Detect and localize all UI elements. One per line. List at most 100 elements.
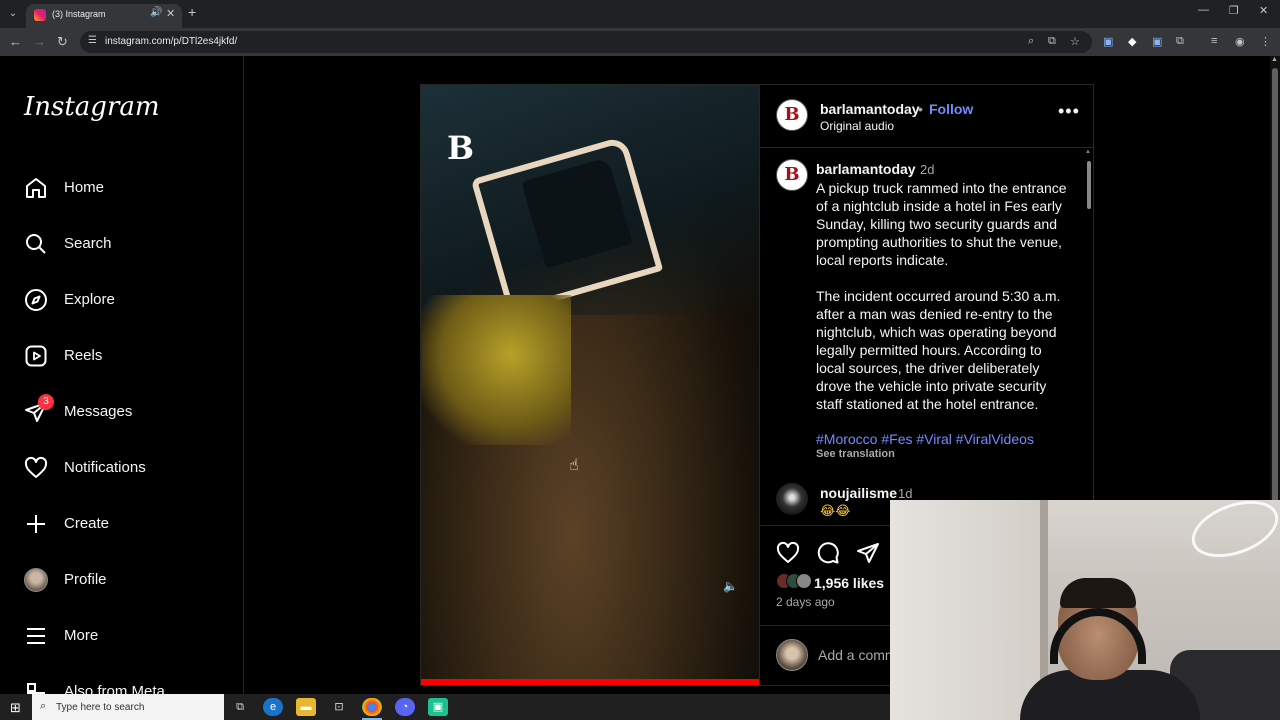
file-explorer-icon[interactable]: ▬ [296, 698, 316, 716]
heart-icon [24, 456, 48, 478]
site-info-icon[interactable]: ☰ [88, 35, 97, 46]
extension-blue-icon[interactable]: ▣ [1152, 35, 1162, 48]
browser-tab-strip: ⌄ (3) Instagram 🔊 ✕ + — ❐ ✕ [0, 0, 1280, 28]
window-close-icon[interactable]: ✕ [1259, 4, 1268, 17]
windows-taskbar: ⊞ ⌕ ⧉ e ▬ ⊡ ◔ ▣ [0, 694, 890, 720]
comment-time[interactable]: 1d [898, 486, 912, 501]
hand-cursor-icon: ☝ [569, 457, 579, 474]
sidebar-item-reels[interactable]: Reels [24, 336, 224, 376]
sidebar: Instagram Home Search Explore Reels 3 Me… [0, 56, 244, 694]
sidebar-item-label: More [64, 627, 99, 644]
sidebar-item-label: Create [64, 515, 110, 532]
video-frame-yellow-jacket [421, 295, 571, 445]
sidebar-item-also-from-meta[interactable]: Also from Meta [24, 672, 224, 694]
sidebar-item-label: Messages [64, 403, 133, 420]
profile-icon[interactable]: ◉ [1235, 35, 1245, 48]
sidebar-item-explore[interactable]: Explore [24, 280, 224, 320]
translate-extension-icon[interactable]: ▣ [1103, 35, 1113, 48]
forward-icon[interactable]: → [33, 34, 46, 49]
messages-unread-badge: 3 [38, 394, 54, 410]
sidebar-item-profile[interactable]: Profile [24, 560, 224, 600]
comment-text: 😂😂 [820, 503, 851, 518]
sidebar-item-create[interactable]: Create [24, 504, 224, 544]
current-user-avatar [776, 639, 808, 671]
share-icon[interactable] [856, 541, 880, 565]
comment-bubble-icon[interactable] [816, 541, 840, 565]
sidebar-item-more[interactable]: More [24, 616, 224, 656]
liker-avatar [796, 573, 812, 589]
comment-username[interactable]: noujailisme [820, 485, 897, 501]
browser-toolbar: ← → ↻ ☰ instagram.com/p/DTl2es4jkfd/ ⌕ ⧉… [0, 28, 1280, 56]
store-icon[interactable]: ⊡ [329, 698, 349, 716]
webcam-ceiling-light [1184, 500, 1280, 568]
back-icon[interactable]: ← [9, 34, 22, 49]
zoom-icon[interactable]: ⌕ [1028, 35, 1034, 48]
like-heart-icon[interactable] [776, 541, 800, 565]
caption-username[interactable]: barlamantoday [816, 161, 916, 177]
see-translation-link[interactable]: See translation [816, 448, 895, 460]
follow-button[interactable]: Follow [929, 101, 973, 117]
video-progress-bar[interactable] [421, 679, 759, 685]
mute-icon[interactable]: 🔈 [723, 579, 738, 593]
divider [760, 147, 1094, 148]
scroll-up-icon[interactable]: ▲ [1085, 149, 1091, 155]
tab-audio-icon[interactable]: 🔊 [150, 7, 162, 18]
browser-menu-icon[interactable]: ⋮ [1260, 35, 1271, 48]
taskbar-search-input[interactable] [56, 700, 216, 714]
windows-start-icon[interactable]: ⊞ [10, 700, 21, 716]
post-time-ago[interactable]: 2 days ago [776, 595, 835, 609]
plus-icon [27, 515, 45, 533]
author-avatar[interactable]: B [776, 99, 808, 131]
app-icon[interactable]: ▣ [428, 698, 448, 716]
sidebar-item-search[interactable]: Search [24, 224, 224, 264]
tab-close-icon[interactable]: ✕ [166, 7, 175, 20]
original-audio-link[interactable]: Original audio [820, 119, 894, 133]
install-app-icon[interactable]: ⧉ [1048, 35, 1056, 48]
more-options-icon[interactable]: ••• [1058, 101, 1080, 122]
tab-search-dropdown-icon[interactable]: ⌄ [4, 5, 22, 23]
browser-tab-active[interactable]: (3) Instagram 🔊 ✕ [26, 4, 182, 28]
reels-icon [25, 345, 47, 367]
media-controls-icon[interactable]: ≡ [1211, 35, 1217, 47]
search-icon [26, 234, 46, 254]
task-view-icon[interactable]: ⧉ [230, 698, 250, 716]
bookmark-star-icon[interactable]: ☆ [1070, 35, 1080, 48]
edge-icon[interactable]: e [263, 698, 283, 716]
extensions-puzzle-icon[interactable]: ⧉ [1176, 35, 1184, 48]
discord-icon[interactable]: ◔ [395, 698, 415, 716]
search-icon: ⌕ [40, 700, 47, 712]
caption-author-avatar[interactable]: B [776, 159, 808, 191]
instagram-logo[interactable]: Instagram [24, 92, 160, 122]
address-bar[interactable]: ☰ instagram.com/p/DTl2es4jkfd/ ⌕ ⧉ ☆ [80, 31, 1092, 53]
taskbar-search-box[interactable]: ⌕ [32, 694, 224, 720]
extension-diamond-icon[interactable]: ◆ [1128, 35, 1136, 48]
sidebar-item-messages[interactable]: 3 Messages [24, 392, 224, 432]
comments-scroll-thumb[interactable] [1087, 161, 1091, 209]
compass-icon [25, 289, 47, 311]
caption-time[interactable]: 2d [920, 162, 934, 177]
instagram-favicon-icon [34, 9, 46, 21]
new-tab-icon[interactable]: + [188, 4, 196, 20]
restore-icon[interactable]: ❐ [1229, 4, 1239, 17]
comments-scrollbar[interactable]: ▲ [1085, 149, 1093, 525]
sidebar-item-home[interactable]: Home [24, 168, 224, 208]
scroll-up-icon[interactable]: ▲ [1271, 56, 1278, 63]
minimize-icon[interactable]: — [1198, 4, 1209, 16]
author-username[interactable]: barlamantoday [820, 101, 920, 117]
sidebar-item-label: Reels [64, 347, 103, 364]
separator-dot: • [918, 101, 923, 117]
likes-count[interactable]: 1,956 likes [814, 575, 884, 591]
caption-text: A pickup truck rammed into the entrance … [816, 180, 1067, 412]
commenter-avatar[interactable] [776, 483, 808, 515]
reel-video[interactable]: B 🔈 ☝ [421, 85, 759, 685]
webcam-overlay [890, 500, 1280, 720]
caption-hashtags[interactable]: #Morocco #Fes #Viral #ViralVideos [816, 431, 1034, 447]
reload-icon[interactable]: ↻ [57, 34, 68, 50]
home-icon [26, 178, 46, 198]
hamburger-icon [27, 628, 45, 644]
chrome-icon[interactable] [362, 698, 382, 716]
url-text[interactable]: instagram.com/p/DTl2es4jkfd/ [105, 36, 237, 47]
liked-by-avatars[interactable] [776, 573, 812, 591]
sidebar-item-label: Home [64, 179, 105, 196]
sidebar-item-notifications[interactable]: Notifications [24, 448, 224, 488]
